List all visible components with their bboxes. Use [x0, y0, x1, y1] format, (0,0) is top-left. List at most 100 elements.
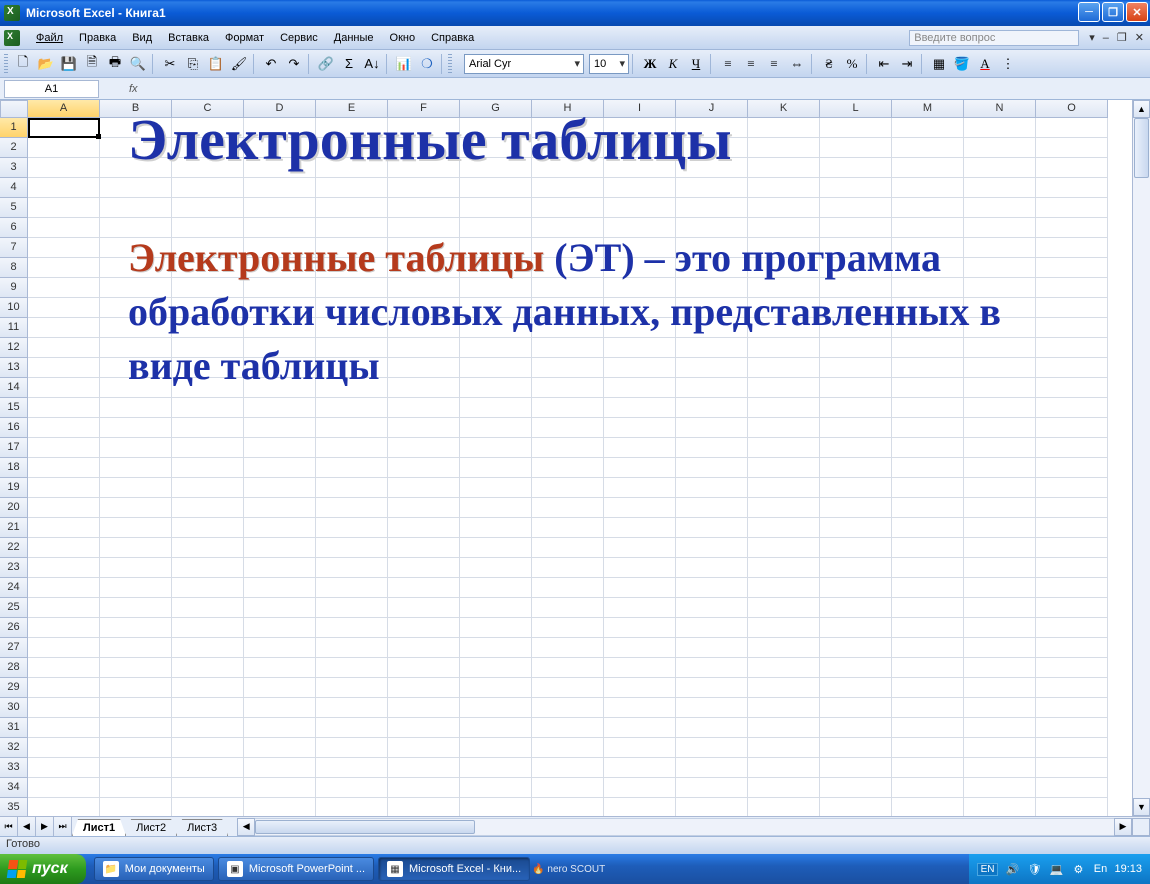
toolbar-options-icon[interactable]: ⋮ [997, 53, 1019, 75]
taskbar-item[interactable]: ▣Microsoft PowerPoint ... [218, 857, 374, 881]
cell[interactable] [676, 618, 748, 638]
cell[interactable] [748, 438, 820, 458]
cell[interactable] [244, 578, 316, 598]
align-center-icon[interactable]: ≡ [740, 53, 762, 75]
cell[interactable] [100, 678, 172, 698]
cell[interactable] [532, 778, 604, 798]
cell[interactable] [100, 438, 172, 458]
redo-icon[interactable]: ↷ [283, 53, 305, 75]
menu-tools[interactable]: Сервис [272, 29, 326, 47]
active-cell[interactable] [28, 118, 100, 138]
menu-data[interactable]: Данные [326, 29, 382, 47]
cell[interactable] [1036, 438, 1108, 458]
cell[interactable] [892, 778, 964, 798]
cell[interactable] [676, 778, 748, 798]
cell[interactable] [244, 478, 316, 498]
cell[interactable] [460, 738, 532, 758]
cell[interactable] [892, 518, 964, 538]
row-header-11[interactable]: 11 [0, 318, 28, 338]
taskbar-item[interactable]: ▦Microsoft Excel - Кни... [378, 857, 530, 881]
cell[interactable] [172, 618, 244, 638]
cell[interactable] [892, 538, 964, 558]
tab-prev-icon[interactable]: ◀ [18, 817, 36, 836]
cut-icon[interactable]: ✂ [159, 53, 181, 75]
taskbar-clock[interactable]: 19:13 [1114, 863, 1142, 875]
cell[interactable] [532, 498, 604, 518]
cell[interactable] [1036, 718, 1108, 738]
cell[interactable] [100, 458, 172, 478]
cell[interactable] [532, 438, 604, 458]
row-header-28[interactable]: 28 [0, 658, 28, 678]
cell[interactable] [964, 558, 1036, 578]
hscroll-track[interactable] [255, 818, 1114, 836]
row-header-1[interactable]: 1 [0, 118, 28, 138]
cell[interactable] [100, 738, 172, 758]
cell[interactable] [676, 558, 748, 578]
cell[interactable] [964, 418, 1036, 438]
merge-center-icon[interactable]: ⇔ [786, 53, 808, 75]
cell[interactable] [604, 418, 676, 438]
row-header-16[interactable]: 16 [0, 418, 28, 438]
cell[interactable] [100, 698, 172, 718]
cell[interactable] [316, 718, 388, 738]
cell[interactable] [1036, 558, 1108, 578]
cell[interactable] [1036, 778, 1108, 798]
cell[interactable] [820, 758, 892, 778]
cell[interactable] [28, 178, 100, 198]
percent-icon[interactable]: % [841, 53, 863, 75]
cell[interactable] [28, 678, 100, 698]
cell[interactable] [28, 198, 100, 218]
cell[interactable] [388, 658, 460, 678]
column-header-A[interactable]: A [28, 100, 100, 118]
cell[interactable] [820, 658, 892, 678]
doc-close-button[interactable]: ✕ [1133, 31, 1146, 44]
cell[interactable] [820, 798, 892, 816]
cell[interactable] [604, 398, 676, 418]
cell[interactable] [316, 438, 388, 458]
cell[interactable] [460, 618, 532, 638]
cell[interactable] [172, 698, 244, 718]
cell[interactable] [964, 578, 1036, 598]
cell[interactable] [892, 558, 964, 578]
cell[interactable] [388, 698, 460, 718]
row-header-32[interactable]: 32 [0, 738, 28, 758]
cell[interactable] [532, 518, 604, 538]
cell[interactable] [316, 638, 388, 658]
cell[interactable] [964, 678, 1036, 698]
cell[interactable] [748, 578, 820, 598]
menu-file[interactable]: Файл [28, 29, 71, 47]
tab-first-icon[interactable]: ⏮ [0, 817, 18, 836]
cell[interactable] [316, 698, 388, 718]
cell[interactable] [172, 538, 244, 558]
cell[interactable] [676, 798, 748, 816]
cell[interactable] [964, 638, 1036, 658]
cell[interactable] [460, 638, 532, 658]
chart-wizard-icon[interactable]: 📊 [393, 53, 415, 75]
cell[interactable] [748, 458, 820, 478]
cell[interactable] [460, 398, 532, 418]
cell[interactable] [172, 458, 244, 478]
row-header-22[interactable]: 22 [0, 538, 28, 558]
cell[interactable] [748, 518, 820, 538]
tray-volume-icon[interactable]: 🔊 [1004, 861, 1020, 877]
italic-button[interactable]: К [662, 53, 684, 75]
cell[interactable] [748, 678, 820, 698]
align-right-icon[interactable]: ≡ [763, 53, 785, 75]
cell[interactable] [964, 798, 1036, 816]
cell[interactable] [28, 158, 100, 178]
cell[interactable] [316, 798, 388, 816]
cell[interactable] [532, 578, 604, 598]
cell[interactable] [388, 778, 460, 798]
cell[interactable] [316, 578, 388, 598]
cell[interactable] [604, 458, 676, 478]
cell[interactable] [316, 598, 388, 618]
cell[interactable] [100, 758, 172, 778]
cell[interactable] [748, 618, 820, 638]
cell[interactable] [28, 418, 100, 438]
tray-network-icon[interactable]: 💻 [1048, 861, 1064, 877]
paste-icon[interactable]: 📋 [205, 53, 227, 75]
copy-icon[interactable]: ⎘ [182, 53, 204, 75]
cell[interactable] [460, 718, 532, 738]
cell[interactable] [892, 718, 964, 738]
cell[interactable] [676, 478, 748, 498]
